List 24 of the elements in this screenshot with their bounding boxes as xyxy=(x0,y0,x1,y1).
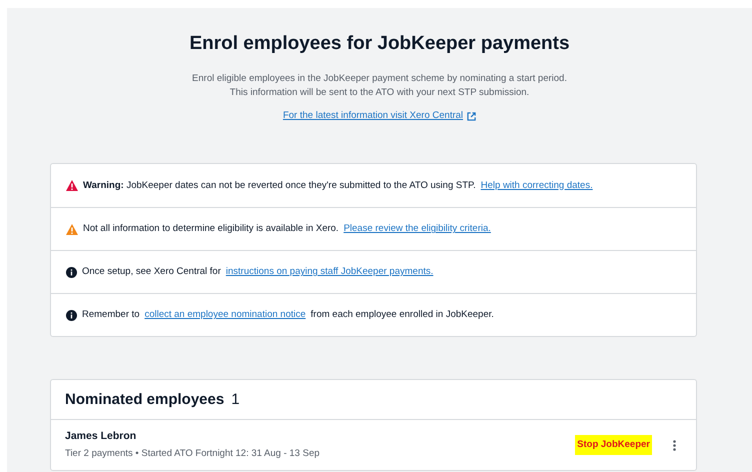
notice-text: Warning: JobKeeper dates can not be reverted once they're submitted to the ATO using STP. xyxy=(83,178,476,193)
notice-text: Once setup, see Xero Central for xyxy=(82,265,221,280)
warning-icon xyxy=(66,180,78,192)
page-title: Enrol employees for JobKeeper payments xyxy=(189,32,570,56)
info-icon xyxy=(66,266,77,278)
description-text: This information will be sent to the ATO with your next STP submission. xyxy=(230,86,530,100)
notice-text: from each employee enrolled in JobKeeper. xyxy=(310,308,494,322)
stop-jobkeeper-button[interactable]: Stop JobKeeper xyxy=(575,435,652,456)
notice-text: Not all information to determine eligibility is available in Xero. xyxy=(83,222,339,236)
external-link-icon xyxy=(467,112,476,121)
notice-link[interactable]: Please review the eligibility criteria. xyxy=(344,222,491,236)
employee-name: James Lebron xyxy=(65,429,138,444)
more-icon xyxy=(672,440,676,451)
section-title: Nominated employees xyxy=(65,390,224,410)
notice-link[interactable]: collect an employee nomination notice xyxy=(144,308,306,322)
notice-link[interactable]: Help with correcting dates. xyxy=(480,178,593,193)
notice-text: Remember to xyxy=(82,308,140,322)
employee-count: 1 xyxy=(231,390,240,410)
description-text: Enrol eligible employees in the JobKeeper payment scheme by nominating a start period. xyxy=(192,72,567,86)
info-icon xyxy=(66,310,77,321)
employee-details: Tier 2 payments • Started ATO Fortnight 12: 31 Aug - 13 Sep xyxy=(65,447,321,461)
notice-link[interactable]: instructions on paying staff JobKeeper payments. xyxy=(226,265,434,280)
xero-central-link[interactable]: For the latest information visit Xero Central xyxy=(282,109,476,124)
warning-icon xyxy=(66,224,78,235)
